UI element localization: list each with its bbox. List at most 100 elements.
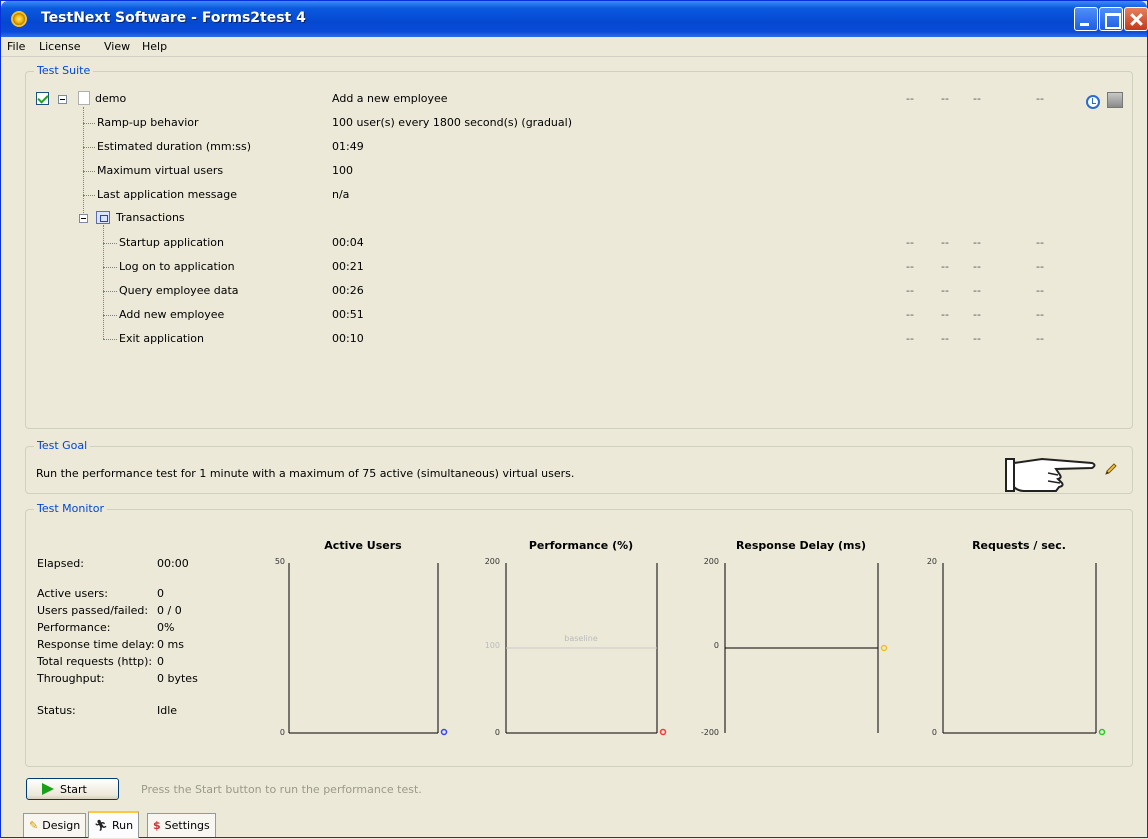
runner-icon: 🏃︎ [94,819,108,832]
start-label: Start [60,782,87,796]
y-tick-label: 0 [494,728,500,737]
start-button[interactable]: Start [26,778,119,800]
current-value-marker [659,728,667,736]
tree-connector [103,267,117,268]
property-value: 100 user(s) every 1800 second(s) (gradua… [332,116,572,129]
pointing-hand-icon [1005,457,1096,492]
stat-value: 0 [157,655,164,668]
transaction-dash: -- [941,260,949,273]
transaction-name[interactable]: Exit application [119,332,204,345]
stat-label: Response time delay: [37,638,155,651]
transactions-icon [96,211,110,224]
y-tick-label: 50 [274,557,285,566]
transaction-time: 00:10 [332,332,364,345]
menu-help[interactable]: Help [142,40,167,53]
transaction-name[interactable]: Log on to application [119,260,235,273]
property-label: Ramp-up behavior [97,116,199,129]
menu-view[interactable]: View [104,40,130,53]
transaction-dash: -- [941,236,949,249]
transaction-dash: -- [973,332,981,345]
transaction-name[interactable]: Startup application [119,236,224,249]
chart-title-active-users: Active Users [324,539,402,552]
tab-run[interactable]: 🏃︎ Run [88,811,140,838]
transaction-dash: -- [941,332,949,345]
transaction-dash: -- [906,284,914,297]
transaction-time: 00:51 [332,308,364,321]
menu-file[interactable]: File [7,40,25,53]
menu-bar: File License View Help [1,37,1147,57]
y-tick-label: 100 [484,641,500,650]
window-title: TestNext Software - Forms2test 4 [41,10,306,26]
transaction-dash: -- [1036,284,1044,297]
demo-expander[interactable] [58,95,67,104]
current-value-marker [440,728,448,736]
tree-connector [83,195,95,196]
transaction-dash: -- [941,308,949,321]
transaction-dash: -- [906,308,914,321]
stat-value: 0% [157,621,175,634]
stat-label: Status: [37,704,76,717]
stat-label: Elapsed: [37,557,84,570]
test-goal-label: Test Goal [34,439,91,452]
transactions-expander[interactable] [79,214,88,223]
transaction-dash: -- [973,236,981,249]
property-label: Maximum virtual users [97,164,224,177]
app-window: TestNext Software - Forms2test 4 File Li… [0,0,1148,838]
transaction-dash: -- [973,284,981,297]
maximize-button[interactable] [1099,7,1123,31]
tab-design[interactable]: ✎ Design [23,813,87,837]
transaction-dash: -- [973,260,981,273]
stat-label: Active users: [37,587,108,600]
play-icon [42,783,54,795]
response-delay-chart [724,563,888,733]
tree-connector [83,123,95,124]
test-monitor-label: Test Monitor [34,502,107,515]
root-dash: -- [941,92,949,105]
stat-value: 0 / 0 [157,604,182,617]
tree-connector [103,339,117,340]
property-label: Estimated duration (mm:ss) [97,140,252,153]
y-tick-label: 200 [484,557,500,566]
tree-connector [103,243,117,244]
property-label: Last application message [97,188,238,201]
menu-license[interactable]: License [39,40,80,53]
schedule-clock-icon[interactable] [1086,95,1100,109]
transaction-dash: -- [906,260,914,273]
requests-chart [942,563,1106,736]
transaction-dash: -- [906,332,914,345]
y-tick-label: 200 [703,557,719,566]
minimize-button[interactable] [1074,7,1098,31]
test-suite-label: Test Suite [34,64,94,77]
transaction-dash: -- [906,236,914,249]
y-tick-label: -200 [700,728,719,737]
root-dash: -- [906,92,914,105]
edit-pencil-icon[interactable] [1104,462,1118,476]
title-bar[interactable]: TestNext Software - Forms2test 4 [1,1,1148,37]
transaction-name[interactable]: Add new employee [119,308,224,321]
close-button[interactable] [1124,7,1148,31]
transaction-dash: -- [1036,236,1044,249]
transactions-label[interactable]: Transactions [116,211,185,224]
stat-label: Throughput: [37,672,105,685]
transaction-dash: -- [941,284,949,297]
chart-title-performance: Performance (%) [528,539,634,552]
tree-connector [83,171,95,172]
stat-label: Performance: [37,621,111,634]
chart-title-requests: Requests / sec. [972,539,1066,552]
tree-connector [83,147,95,148]
stat-value: 0 ms [157,638,184,651]
transaction-dash: -- [1036,308,1044,321]
report-icon[interactable] [1107,92,1123,108]
tab-settings[interactable]: $ Settings [147,813,216,837]
transaction-time: 00:26 [332,284,364,297]
tab-label: Run [111,819,134,832]
y-tick-label: 0 [931,728,937,737]
tab-label: Settings [164,819,210,832]
suite-checkbox[interactable] [36,92,49,105]
transaction-name[interactable]: Query employee data [119,284,239,297]
stat-value: 0 [157,587,164,600]
y-tick-label: 20 [926,557,937,566]
suite-root-description: Add a new employee [332,92,448,105]
suite-root-name[interactable]: demo [95,92,126,105]
property-value: 100 [332,164,353,177]
